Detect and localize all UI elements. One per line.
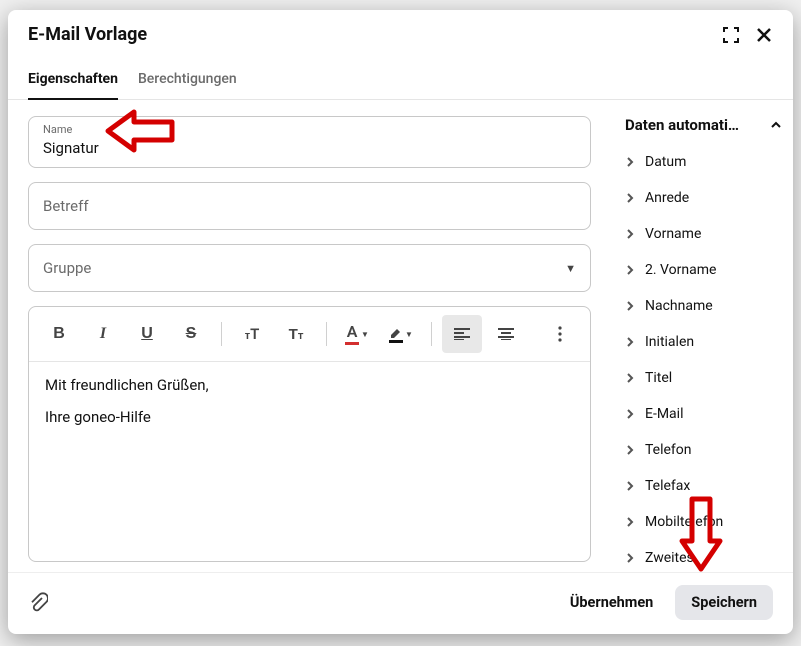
subject-placeholder: Betreff [43, 197, 89, 215]
editor-line: Ihre goneo-Hilfe [45, 408, 574, 426]
save-button[interactable]: Speichern [675, 585, 773, 620]
autodata-item[interactable]: Zweites [619, 540, 787, 564]
font-size-up-button[interactable]: тT [232, 315, 272, 353]
list-item-label: E-Mail [645, 406, 683, 422]
strikethrough-button[interactable]: S [171, 315, 211, 353]
toolbar-separator [326, 322, 327, 346]
autodata-item[interactable]: E-Mail [619, 396, 787, 432]
bold-button[interactable]: B [39, 315, 79, 353]
name-field-wrapper[interactable]: Name [28, 116, 591, 168]
chevron-right-icon [625, 301, 635, 311]
autodata-panel: Daten automati… Datum Anrede Vorname 2. … [611, 100, 793, 572]
list-item-label: Initialen [645, 334, 694, 350]
name-input[interactable] [43, 139, 576, 157]
italic-button[interactable]: I [83, 315, 123, 353]
group-placeholder: Gruppe [43, 259, 91, 277]
list-item-label: Telefon [645, 442, 692, 458]
list-item-label: Zweites [645, 550, 694, 564]
autodata-item[interactable]: Datum [619, 144, 787, 180]
modal-body: Name Betreff Gruppe ▼ B I U S тT Tт [8, 100, 793, 572]
close-button[interactable] [755, 26, 773, 44]
list-item-label: Mobiltelefon [645, 514, 723, 530]
modal-footer: Übernehmen Speichern [8, 572, 793, 634]
chevron-right-icon [625, 553, 635, 563]
chevron-down-icon: ▼ [565, 262, 576, 275]
subject-field[interactable]: Betreff [28, 182, 591, 230]
tabs: Eigenschaften Berechtigungen [8, 61, 793, 100]
autodata-item[interactable]: Vorname [619, 216, 787, 252]
chevron-right-icon [625, 229, 635, 239]
tab-permissions[interactable]: Berechtigungen [138, 61, 237, 99]
tab-properties[interactable]: Eigenschaften [28, 61, 118, 99]
chevron-right-icon [625, 265, 635, 275]
main-form: Name Betreff Gruppe ▼ B I U S тT Tт [8, 100, 611, 572]
chevron-right-icon [625, 157, 635, 167]
align-center-icon [498, 328, 514, 340]
chevron-right-icon [625, 193, 635, 203]
autodata-item[interactable]: 2. Vorname [619, 252, 787, 288]
align-left-icon [454, 328, 470, 340]
footer-actions: Übernehmen Speichern [566, 585, 773, 620]
autodata-item[interactable]: Telefon [619, 432, 787, 468]
fullscreen-button[interactable] [723, 27, 739, 43]
name-label: Name [43, 123, 576, 136]
group-select[interactable]: Gruppe ▼ [28, 244, 591, 292]
list-item-label: Datum [645, 154, 686, 170]
fullscreen-icon [723, 27, 739, 43]
toolbar-separator [431, 322, 432, 346]
list-item-label: Anrede [645, 190, 689, 206]
list-item-label: Titel [645, 370, 672, 386]
autodata-item[interactable]: Anrede [619, 180, 787, 216]
list-item-label: 2. Vorname [645, 262, 716, 278]
list-item-label: Nachname [645, 298, 713, 314]
chevron-right-icon [625, 373, 635, 383]
apply-button[interactable]: Übernehmen [566, 586, 657, 619]
email-template-modal: E-Mail Vorlage Eigenschaften Berechtigun… [8, 10, 793, 634]
modal-header-actions [723, 26, 773, 44]
autodata-title: Daten automati… [625, 116, 739, 134]
attachment-button[interactable] [28, 592, 48, 614]
autodata-item[interactable]: Mobiltelefon [619, 504, 787, 540]
modal-title: E-Mail Vorlage [28, 24, 147, 45]
autodata-item[interactable]: Nachname [619, 288, 787, 324]
paperclip-icon [28, 592, 48, 614]
autodata-item[interactable]: Titel [619, 360, 787, 396]
align-center-button[interactable] [486, 315, 526, 353]
rich-text-editor: B I U S тT Tт A▼ ▼ [28, 306, 591, 562]
chevron-right-icon [625, 409, 635, 419]
align-left-button[interactable] [442, 315, 482, 353]
autodata-list[interactable]: Datum Anrede Vorname 2. Vorname Nachname… [619, 144, 789, 564]
chevron-up-icon [769, 118, 783, 132]
paint-icon [389, 326, 403, 338]
close-icon [755, 26, 773, 44]
autodata-item[interactable]: Initialen [619, 324, 787, 360]
editor-toolbar: B I U S тT Tт A▼ ▼ [29, 307, 590, 362]
more-button[interactable] [540, 315, 580, 353]
chevron-right-icon [625, 481, 635, 491]
underline-button[interactable]: U [127, 315, 167, 353]
more-vertical-icon [558, 326, 562, 342]
autodata-header[interactable]: Daten automati… [619, 112, 789, 144]
highlight-color-button[interactable]: ▼ [381, 315, 421, 353]
list-item-label: Vorname [645, 226, 701, 242]
editor-content[interactable]: Mit freundlichen Grüßen, Ihre goneo-Hilf… [29, 362, 590, 561]
editor-line: Mit freundlichen Grüßen, [45, 376, 574, 394]
chevron-right-icon [625, 337, 635, 347]
autodata-item[interactable]: Telefax [619, 468, 787, 504]
list-item-label: Telefax [645, 478, 690, 494]
chevron-right-icon [625, 517, 635, 527]
modal-header: E-Mail Vorlage [8, 10, 793, 51]
toolbar-separator [221, 322, 222, 346]
text-color-button[interactable]: A▼ [337, 315, 377, 353]
chevron-right-icon [625, 445, 635, 455]
font-size-down-button[interactable]: Tт [276, 315, 316, 353]
